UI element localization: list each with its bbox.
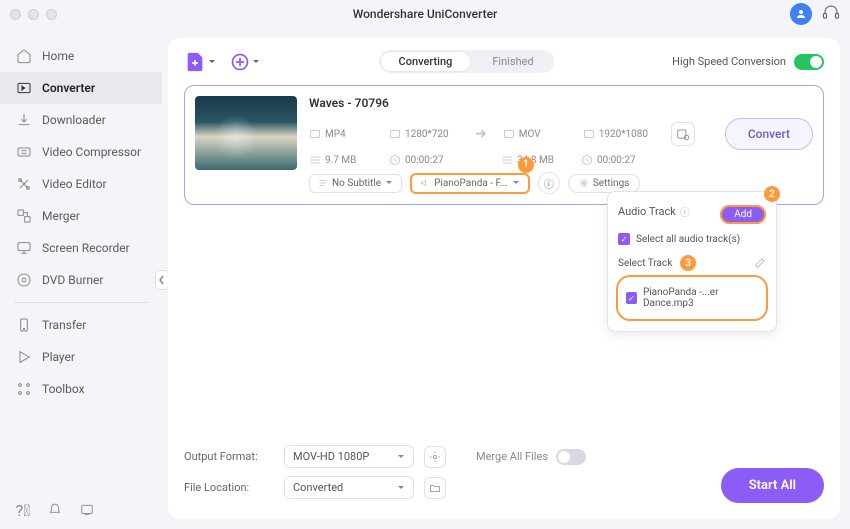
audio-track-select[interactable]: PianoPanda - F... 1 bbox=[410, 173, 530, 194]
src-size: 9.7 MB bbox=[309, 154, 379, 166]
item-settings-button[interactable]: Settings bbox=[568, 174, 641, 193]
sidebar-item-toolbox[interactable]: Toolbox bbox=[0, 373, 162, 405]
start-all-button[interactable]: Start All bbox=[721, 468, 824, 503]
feedback-icon[interactable] bbox=[78, 501, 96, 519]
audio-track-row[interactable]: PianoPanda -...er Dance.mp3 bbox=[616, 275, 768, 321]
merge-label: Merge All Files bbox=[476, 450, 548, 463]
sidebar-item-label: DVD Burner bbox=[42, 273, 103, 287]
step-1-badge: 1 bbox=[518, 157, 534, 173]
info-icon[interactable]: ⓘ bbox=[538, 172, 560, 194]
sidebar-item-dvd[interactable]: DVD Burner bbox=[0, 264, 162, 296]
main-panel: Converting Finished High Speed Conversio… bbox=[168, 38, 840, 519]
src-format: MP4 bbox=[309, 128, 379, 140]
sidebar-item-label: Downloader bbox=[42, 113, 106, 127]
video-thumbnail[interactable] bbox=[195, 96, 297, 170]
hsc-toggle[interactable] bbox=[794, 54, 824, 70]
tab-converting[interactable]: Converting bbox=[381, 52, 471, 71]
sidebar-item-label: Converter bbox=[42, 81, 95, 95]
sidebar: Home Converter Downloader Video Compress… bbox=[0, 28, 162, 529]
subtitle-select[interactable]: No Subtitle bbox=[309, 174, 402, 193]
popover-title: Audio Trackⓘ bbox=[618, 204, 690, 219]
app-title: Wondershare UniConverter bbox=[353, 7, 498, 21]
add-url-button[interactable] bbox=[230, 52, 260, 72]
window-controls[interactable] bbox=[10, 9, 57, 20]
open-folder-icon[interactable] bbox=[424, 477, 446, 499]
step-2-badge: 2 bbox=[764, 186, 780, 202]
sidebar-item-label: Video Editor bbox=[42, 177, 107, 191]
divider bbox=[14, 302, 148, 303]
sidebar-item-compressor[interactable]: Video Compressor bbox=[0, 136, 162, 168]
sidebar-item-merger[interactable]: Merger bbox=[0, 200, 162, 232]
sidebar-item-editor[interactable]: Video Editor bbox=[0, 168, 162, 200]
tab-finished[interactable]: Finished bbox=[472, 50, 553, 73]
support-icon[interactable] bbox=[822, 3, 840, 25]
sidebar-item-label: Screen Recorder bbox=[42, 241, 130, 255]
src-duration: 00:00:27 bbox=[389, 154, 459, 166]
file-title: Waves - 70796 bbox=[309, 96, 813, 110]
edit-icon[interactable] bbox=[754, 257, 766, 269]
output-format-select[interactable]: MOV-HD 1080P bbox=[284, 445, 414, 468]
src-resolution: 1280*720 bbox=[389, 128, 459, 140]
select-track-label: Select Track bbox=[618, 258, 672, 269]
dst-format: MOV bbox=[503, 128, 573, 140]
dst-duration: 00:00:27 bbox=[581, 154, 651, 166]
file-location-label: File Location: bbox=[184, 481, 274, 494]
sidebar-item-label: Player bbox=[42, 350, 75, 364]
track-checkbox[interactable] bbox=[626, 292, 637, 304]
dst-resolution: 1920*1080 bbox=[583, 128, 653, 140]
output-settings-icon[interactable] bbox=[424, 446, 446, 468]
file-location-select[interactable]: Converted bbox=[284, 476, 414, 499]
sidebar-item-downloader[interactable]: Downloader bbox=[0, 104, 162, 136]
sidebar-item-recorder[interactable]: Screen Recorder bbox=[0, 232, 162, 264]
sidebar-item-label: Merger bbox=[42, 209, 80, 223]
user-avatar-icon[interactable] bbox=[790, 3, 812, 25]
file-card: Waves - 70796 MP4 1280*720 ➜ MOV 1920*10… bbox=[184, 85, 824, 205]
merge-toggle[interactable] bbox=[556, 449, 586, 465]
output-settings-button[interactable] bbox=[671, 122, 695, 146]
step-3-badge: 3 bbox=[680, 255, 696, 271]
sidebar-item-label: Transfer bbox=[42, 318, 86, 332]
notification-icon[interactable] bbox=[46, 501, 64, 519]
help-icon[interactable]: ?⃝ bbox=[14, 501, 32, 519]
sidebar-item-transfer[interactable]: Transfer bbox=[0, 309, 162, 341]
arrow-icon: ➜ bbox=[475, 126, 487, 142]
sidebar-item-player[interactable]: Player bbox=[0, 341, 162, 373]
output-format-label: Output Format: bbox=[184, 450, 274, 463]
track-filename: PianoPanda -...er Dance.mp3 bbox=[643, 287, 758, 309]
audio-track-popover: Audio Trackⓘ Add 2 Select all audio trac… bbox=[607, 191, 777, 332]
sidebar-item-label: Video Compressor bbox=[42, 145, 141, 159]
sidebar-item-home[interactable]: Home bbox=[0, 40, 162, 72]
dst-size: 34.8 MB bbox=[501, 154, 571, 166]
sidebar-item-converter[interactable]: Converter bbox=[0, 72, 162, 104]
sidebar-item-label: Home bbox=[42, 49, 74, 63]
convert-button[interactable]: Convert bbox=[725, 118, 813, 150]
tab-segment: Converting Finished bbox=[379, 50, 554, 73]
hsc-label: High Speed Conversion bbox=[672, 55, 786, 68]
select-all-checkbox[interactable] bbox=[618, 233, 630, 245]
add-file-button[interactable] bbox=[184, 51, 216, 73]
sidebar-collapse-handle[interactable] bbox=[155, 270, 169, 290]
select-all-row[interactable]: Select all audio track(s) bbox=[618, 229, 766, 249]
add-audio-button[interactable]: Add bbox=[720, 205, 766, 224]
sidebar-item-label: Toolbox bbox=[42, 382, 85, 396]
